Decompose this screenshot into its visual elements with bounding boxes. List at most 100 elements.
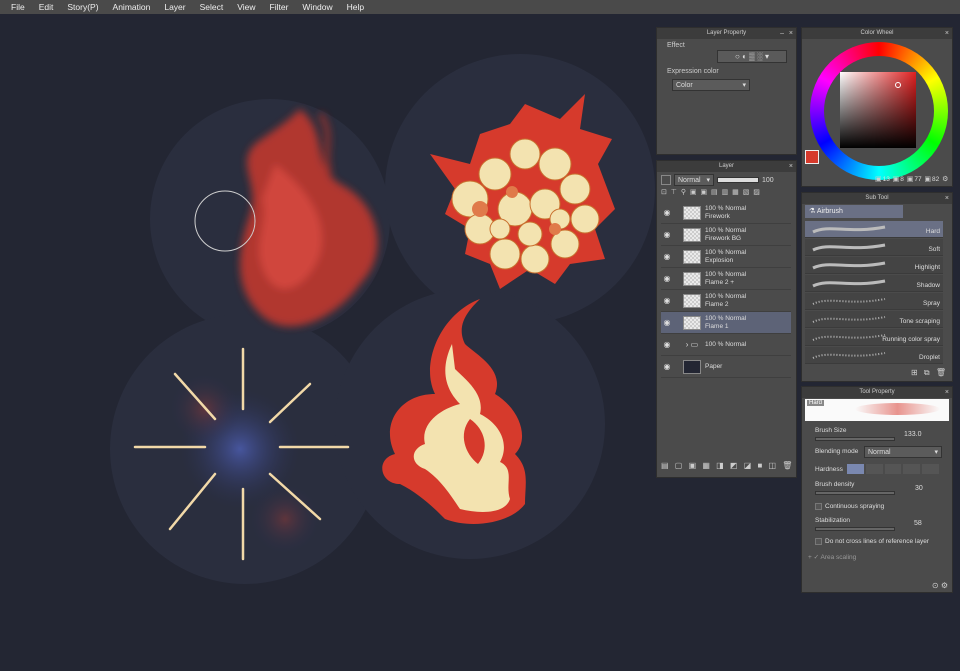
opacity-slider[interactable] <box>717 177 759 183</box>
sub-tool-group-tab[interactable]: ⚗ Airbrush <box>805 205 903 218</box>
layer-thumbnail <box>683 249 701 264</box>
menu-item-help[interactable]: Help <box>340 0 371 14</box>
do-not-cross-checkbox[interactable] <box>815 538 822 545</box>
sub-tool-name: Shadow <box>916 282 941 289</box>
sub-tool-item-highlight[interactable]: Highlight <box>805 257 943 274</box>
layer-row[interactable]: ◉ 100 % Normal Firework BG <box>661 224 791 246</box>
brush-size-slider[interactable] <box>815 437 895 441</box>
brush-size-value[interactable]: 133.0 <box>904 431 922 438</box>
continuous-spraying-row[interactable]: Continuous spraying <box>815 503 947 510</box>
layer-row[interactable]: ◉ Paper <box>661 356 791 378</box>
airbrush-icon: ⚗ <box>809 208 816 215</box>
sub-tool-name: Highlight <box>914 264 940 271</box>
effect-buttons[interactable]: ○ ◐ ▒ ░ ▾ <box>717 50 787 63</box>
sub-tool-item-shadow[interactable]: Shadow <box>805 275 943 292</box>
do-not-cross-label: Do not cross lines of reference layer <box>825 538 930 546</box>
blend-mode-select[interactable]: Normal ▾ <box>674 174 714 186</box>
stabilization-slider[interactable] <box>815 527 895 531</box>
check-icon: ✓ <box>813 554 820 561</box>
area-scaling-label: Area scaling <box>820 554 857 561</box>
menu-item-animation[interactable]: Animation <box>106 0 158 14</box>
layer-toolbar: ⊡ ⊤ ⚲ ▣ ▣ ▤ ▥ ▦ ▧ ▨ <box>661 189 761 196</box>
readout-v: 82 <box>932 176 940 183</box>
continuous-spraying-label: Continuous spraying <box>825 503 885 511</box>
chevron-down-icon: ▾ <box>742 82 746 89</box>
layer-thumbnail <box>683 205 701 220</box>
settings-icon[interactable]: ⚙ <box>942 175 948 183</box>
eye-icon[interactable]: ◉ <box>661 274 673 283</box>
area-scaling-row[interactable]: + ✓ Area scaling <box>808 553 940 561</box>
layer-label: 100 % Normal Flame 1 <box>705 315 747 330</box>
sub-tool-item-spray[interactable]: Spray <box>805 293 943 310</box>
menu-item-window[interactable]: Window <box>295 0 339 14</box>
layer-label: 100 % Normal Flame 2 + <box>705 271 747 286</box>
sub-tool-name: Spray <box>923 300 940 307</box>
blend-mode-value: Normal <box>678 176 701 184</box>
sub-tool-item-hard[interactable]: Hard <box>805 221 943 238</box>
stroke-preview <box>812 316 886 323</box>
eye-icon[interactable]: ◉ <box>661 252 673 261</box>
sub-tool-item-droplet[interactable]: Droplet <box>805 347 943 364</box>
close-icon[interactable]: × <box>945 193 949 204</box>
sub-tool-item-tone-scraping[interactable]: Tone scraping <box>805 311 943 328</box>
menu-item-view[interactable]: View <box>230 0 262 14</box>
do-not-cross-row[interactable]: Do not cross lines of reference layer <box>815 538 947 545</box>
menu-bar: File Edit Story(P) Animation Layer Select View… <box>0 0 960 14</box>
layer-row[interactable]: ◉ 100 % Normal Flame 1 <box>661 312 791 334</box>
menu-item-storyp[interactable]: Story(P) <box>60 0 105 14</box>
layer-row[interactable]: ◉ 100 % Normal Flame 2 + <box>661 268 791 290</box>
sub-tool-footer: ⊞ ⧉ 🗑 <box>910 368 948 377</box>
brush-density-value[interactable]: 30 <box>915 485 923 492</box>
eye-icon[interactable]: ◉ <box>661 340 673 349</box>
close-icon[interactable]: × <box>789 28 793 39</box>
menu-item-layer[interactable]: Layer <box>157 0 192 14</box>
panel-title-text: Tool Property <box>859 389 895 395</box>
continuous-spraying-checkbox[interactable] <box>815 503 822 510</box>
stroke-preview <box>812 334 886 341</box>
blending-mode-select[interactable]: Normal ▾ <box>864 446 942 458</box>
eye-icon[interactable]: ◉ <box>661 296 673 305</box>
readout-mid: 13 <box>882 176 890 183</box>
eye-icon[interactable]: ◉ <box>661 208 673 217</box>
brush-preview-stroke <box>855 403 940 415</box>
saturation-value-square[interactable] <box>840 72 916 148</box>
eye-icon[interactable]: ◉ <box>661 362 673 371</box>
sub-tool-item-soft[interactable]: Soft <box>805 239 943 256</box>
opacity-value[interactable]: 100 <box>762 177 774 184</box>
brush-preview: Hard <box>805 399 949 421</box>
close-icon[interactable]: × <box>945 28 949 39</box>
close-icon[interactable]: × <box>789 161 793 172</box>
eye-icon[interactable]: ◉ <box>661 318 673 327</box>
sub-tool-name: Soft <box>928 246 940 253</box>
sub-tool-name: Hard <box>925 228 940 235</box>
layer-color-icon[interactable] <box>661 175 671 185</box>
sub-tool-list: Hard Soft Highlight Shadow Spray Tone scrapin… <box>802 221 952 364</box>
menu-item-file[interactable]: File <box>4 0 32 14</box>
layer-row[interactable]: ◉ › ▭ 100 % Normal <box>661 334 791 356</box>
layer-row[interactable]: ◉ 100 % Normal Explosion <box>661 246 791 268</box>
layer-row[interactable]: ◉ 100 % Normal Flame 2 <box>661 290 791 312</box>
expression-color-select[interactable]: Color ▾ <box>672 79 750 91</box>
layer-property-panel: Layer Property – × Effect ○ ◐ ▒ ░ ▾ Expres… <box>656 27 797 155</box>
color-picker-handle[interactable] <box>895 82 901 88</box>
expand-icon[interactable]: + <box>808 554 812 561</box>
menu-item-filter[interactable]: Filter <box>263 0 296 14</box>
hardness-selector[interactable] <box>847 464 939 474</box>
eye-icon[interactable]: ◉ <box>661 230 673 239</box>
sub-tool-group-label: Airbrush <box>816 208 843 215</box>
menu-item-select[interactable]: Select <box>193 0 231 14</box>
stabilization-value[interactable]: 58 <box>914 520 922 527</box>
brush-size-label: Brush Size <box>815 427 847 434</box>
layer-row[interactable]: ◉ 100 % Normal Firework <box>661 202 791 224</box>
readout-h: 8 <box>900 176 904 183</box>
brush-density-slider[interactable] <box>815 491 895 495</box>
stroke-preview <box>812 298 886 305</box>
layer-list: ◉ 100 % Normal Firework ◉ 100 % Normal Firewo… <box>661 202 795 452</box>
close-icon[interactable]: × <box>945 387 949 398</box>
main-color-swatch[interactable] <box>805 150 819 164</box>
expression-color-label: Expression color <box>667 68 719 75</box>
layer-bottom-toolbar: ▤ ▢ ▣ ▦ ◨ ◩ ◪ ■ ◫ 🗑 <box>661 461 795 470</box>
layer-label: 100 % Normal Firework <box>705 205 747 220</box>
menu-item-edit[interactable]: Edit <box>32 0 61 14</box>
sub-tool-item-running-color-spray[interactable]: Running color spray <box>805 329 943 346</box>
